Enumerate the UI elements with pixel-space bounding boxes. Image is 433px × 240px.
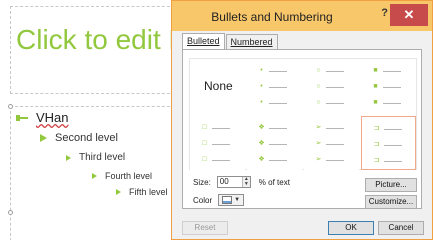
circle-icon: ○	[316, 99, 321, 106]
bullet-style-four-diamonds[interactable]: ❖ ❖ ❖	[247, 116, 302, 170]
bullet-style-filled-squares[interactable]: ■ ■ ■	[361, 59, 416, 113]
arrow-bullet-icon: ⊐	[373, 125, 380, 132]
arrow-bullet-icon	[40, 134, 47, 142]
arrowhead-icon: ➢	[315, 156, 322, 163]
slide-title-text[interactable]: Click to edit M	[16, 24, 192, 56]
circle-icon: ○	[316, 67, 321, 74]
resize-handle[interactable]	[8, 104, 13, 109]
tab-bulleted-label: Bulleted	[187, 36, 220, 46]
customize-button[interactable]: Customize...	[365, 195, 417, 209]
tab-numbered-label: Numbered	[230, 37, 273, 47]
level-1-text: VHan	[36, 110, 69, 125]
bullet-style-arrowheads[interactable]: ➢ ➢ ➢	[304, 116, 359, 170]
level-3-item[interactable]: Third level	[66, 152, 125, 163]
reset-button[interactable]: Reset	[182, 221, 228, 235]
square-icon: ■	[373, 67, 378, 74]
powerpoint-window: Click to edit M VHan Second level Third …	[0, 0, 433, 240]
ok-button[interactable]: OK	[328, 221, 374, 235]
bullet-style-gallery: None • • • ○ ○ ○ ■ ■ ■ □ □ □ ❖ ❖ ❖ ➢ ➢ ➢…	[189, 58, 417, 170]
level-4-text: Fourth level	[105, 171, 153, 181]
help-icon[interactable]: ?	[381, 7, 388, 19]
square-icon: ■	[373, 99, 378, 106]
color-row: Color ▼	[193, 194, 245, 206]
bullet-style-none[interactable]: None	[190, 59, 245, 113]
level-5-item[interactable]: Fifth level	[116, 187, 168, 197]
picture-button[interactable]: Picture...	[365, 178, 417, 192]
level-2-item[interactable]: Second level	[40, 132, 118, 144]
arrow-bullet-icon	[92, 173, 97, 179]
dot-icon: •	[260, 67, 263, 74]
level-1-item[interactable]: VHan	[16, 110, 69, 125]
four-diamond-icon: ❖	[258, 156, 265, 163]
spin-arrows-icon[interactable]: ▲ ▼	[241, 177, 250, 187]
level-4-item[interactable]: Fourth level	[92, 171, 152, 181]
none-label: None	[204, 79, 233, 93]
arrowhead-icon: ➢	[315, 140, 322, 147]
size-row: Size: 00 ▲ ▼ % of text	[193, 176, 290, 188]
square-icon: ■	[373, 83, 378, 90]
size-spinner[interactable]: 00 ▲ ▼	[216, 176, 251, 188]
dot-icon: •	[260, 83, 263, 90]
tab-bulleted[interactable]: Bulleted	[182, 33, 225, 50]
level-3-text: Third level	[79, 152, 126, 163]
bullet-style-arrow-bullets[interactable]: ⊐ ⊐ ⊐	[361, 116, 416, 170]
level-1-bullet-icon	[16, 114, 28, 122]
arrowhead-icon: ➢	[315, 124, 322, 131]
size-suffix: % of text	[258, 177, 290, 187]
hollow-square-icon: □	[202, 156, 207, 163]
size-label: Size:	[193, 177, 211, 187]
cancel-button[interactable]: Cancel	[378, 221, 424, 235]
arrow-bullet-icon: ⊐	[373, 141, 380, 148]
four-diamond-icon: ❖	[258, 124, 265, 131]
level-5-text: Fifth level	[129, 187, 168, 197]
level-2-text: Second level	[55, 132, 118, 144]
hollow-square-icon: □	[202, 140, 207, 147]
bullet-style-hollow-circles[interactable]: ○ ○ ○	[304, 59, 359, 113]
close-icon[interactable]: ✕	[390, 4, 428, 26]
dialog-title-bar[interactable]: Bullets and Numbering ? ✕	[172, 1, 432, 31]
resize-handle[interactable]	[8, 210, 13, 215]
arrow-bullet-icon	[66, 154, 71, 161]
paint-bucket-icon	[222, 196, 233, 204]
bullets-numbering-dialog: Bullets and Numbering ? ✕ Bulleted Numbe…	[171, 0, 433, 240]
four-diamond-icon: ❖	[258, 140, 265, 147]
dot-icon: •	[260, 99, 263, 106]
size-value: 00	[219, 177, 229, 186]
color-label: Color	[193, 195, 213, 205]
bullet-style-small-dots[interactable]: • • •	[247, 59, 302, 113]
color-dropdown[interactable]: ▼	[218, 194, 245, 206]
chevron-down-icon: ▼	[234, 197, 241, 203]
arrow-bullet-icon	[116, 189, 121, 195]
bulleted-panel: None • • • ○ ○ ○ ■ ■ ■ □ □ □ ❖ ❖ ❖ ➢ ➢ ➢…	[182, 49, 422, 209]
bullet-style-hollow-squares[interactable]: □ □ □	[190, 116, 245, 170]
circle-icon: ○	[316, 83, 321, 90]
hollow-square-icon: □	[202, 124, 207, 131]
dialog-title: Bullets and Numbering	[211, 10, 333, 24]
arrow-bullet-icon: ⊐	[373, 157, 380, 164]
